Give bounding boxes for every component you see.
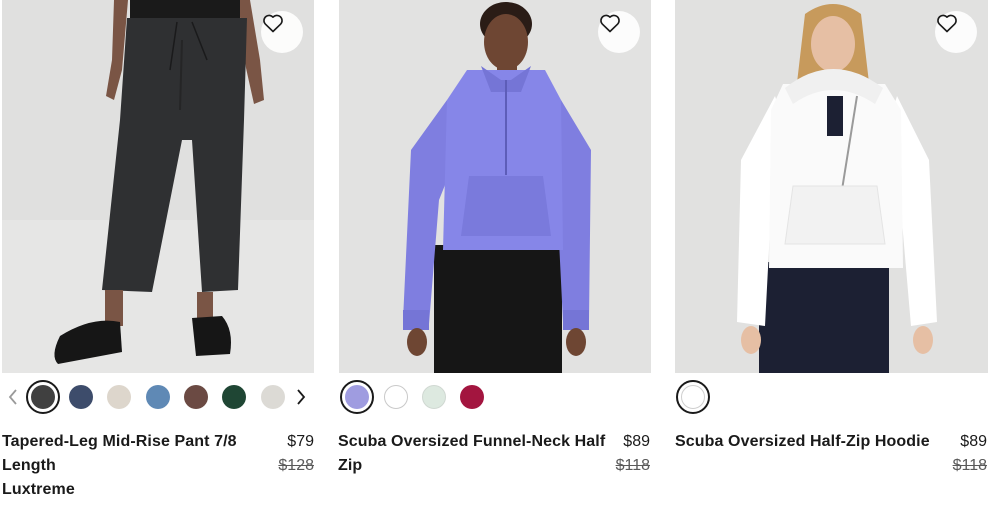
color-swatch[interactable]: [256, 380, 290, 414]
product-image-pant[interactable]: [2, 0, 314, 373]
product-price: $79 $128: [278, 430, 314, 478]
color-swatch[interactable]: [217, 380, 251, 414]
color-swatch[interactable]: [379, 380, 413, 414]
product-name[interactable]: Tapered-Leg Mid-Rise Pant 7/8 Length Lux…: [2, 430, 237, 502]
color-swatch[interactable]: [676, 380, 710, 414]
original-price: $118: [952, 457, 987, 474]
original-price: $118: [615, 457, 650, 474]
heart-icon: [600, 14, 620, 33]
funnel-neck-model-illustration: [339, 0, 651, 373]
product-card[interactable]: Tapered-Leg Mid-Rise Pant 7/8 Length Lux…: [0, 0, 316, 508]
chevron-right-icon: [297, 389, 306, 405]
product-name-line: Length: [2, 457, 56, 474]
product-name-line: Luxtreme: [2, 481, 75, 498]
product-name-line: Tapered-Leg Mid-Rise Pant 7/8: [2, 433, 237, 450]
product-grid: Tapered-Leg Mid-Rise Pant 7/8 Length Lux…: [0, 0, 990, 508]
product-name-line: Scuba Oversized Half-Zip Hoodie: [675, 433, 930, 450]
product-name[interactable]: Scuba Oversized Funnel-Neck Half Zip: [338, 430, 605, 478]
sale-price: $89: [623, 433, 650, 450]
sale-price: $89: [960, 433, 987, 450]
product-price: $89 $118: [616, 430, 650, 478]
wishlist-button[interactable]: [261, 11, 303, 53]
color-swatch[interactable]: [26, 380, 60, 414]
wishlist-button[interactable]: [598, 11, 640, 53]
product-price: $89 $118: [953, 430, 987, 478]
product-card[interactable]: Scuba Oversized Half-Zip Hoodie $89 $118: [674, 0, 990, 508]
product-card[interactable]: Scuba Oversized Funnel-Neck Half Zip $89…: [338, 0, 652, 508]
hoodie-model-illustration: [675, 0, 988, 373]
original-price: $128: [278, 457, 314, 474]
pant-model-illustration: [2, 0, 314, 373]
product-image-hoodie[interactable]: [675, 0, 988, 373]
color-swatch[interactable]: [340, 380, 374, 414]
color-swatch[interactable]: [417, 380, 451, 414]
swatch-next-arrow[interactable]: [294, 386, 308, 408]
product-name-line: Scuba Oversized Funnel-Neck Half: [338, 433, 606, 450]
color-swatch[interactable]: [179, 380, 213, 414]
color-swatch[interactable]: [141, 380, 175, 414]
color-swatch[interactable]: [64, 380, 98, 414]
heart-icon: [263, 14, 283, 33]
color-swatch[interactable]: [455, 380, 489, 414]
wishlist-button[interactable]: [935, 11, 977, 53]
sale-price: $79: [287, 433, 314, 450]
color-swatches: [338, 378, 652, 414]
product-name[interactable]: Scuba Oversized Half-Zip Hoodie: [675, 430, 930, 454]
swatch-prev-arrow[interactable]: [6, 386, 20, 408]
heart-icon: [937, 14, 957, 33]
color-swatches: [674, 378, 990, 414]
product-name-line: Zip: [338, 457, 363, 474]
product-image-funnel-neck[interactable]: [339, 0, 651, 373]
color-swatch[interactable]: [102, 380, 136, 414]
color-swatches: [0, 378, 316, 414]
chevron-left-icon: [8, 389, 17, 405]
